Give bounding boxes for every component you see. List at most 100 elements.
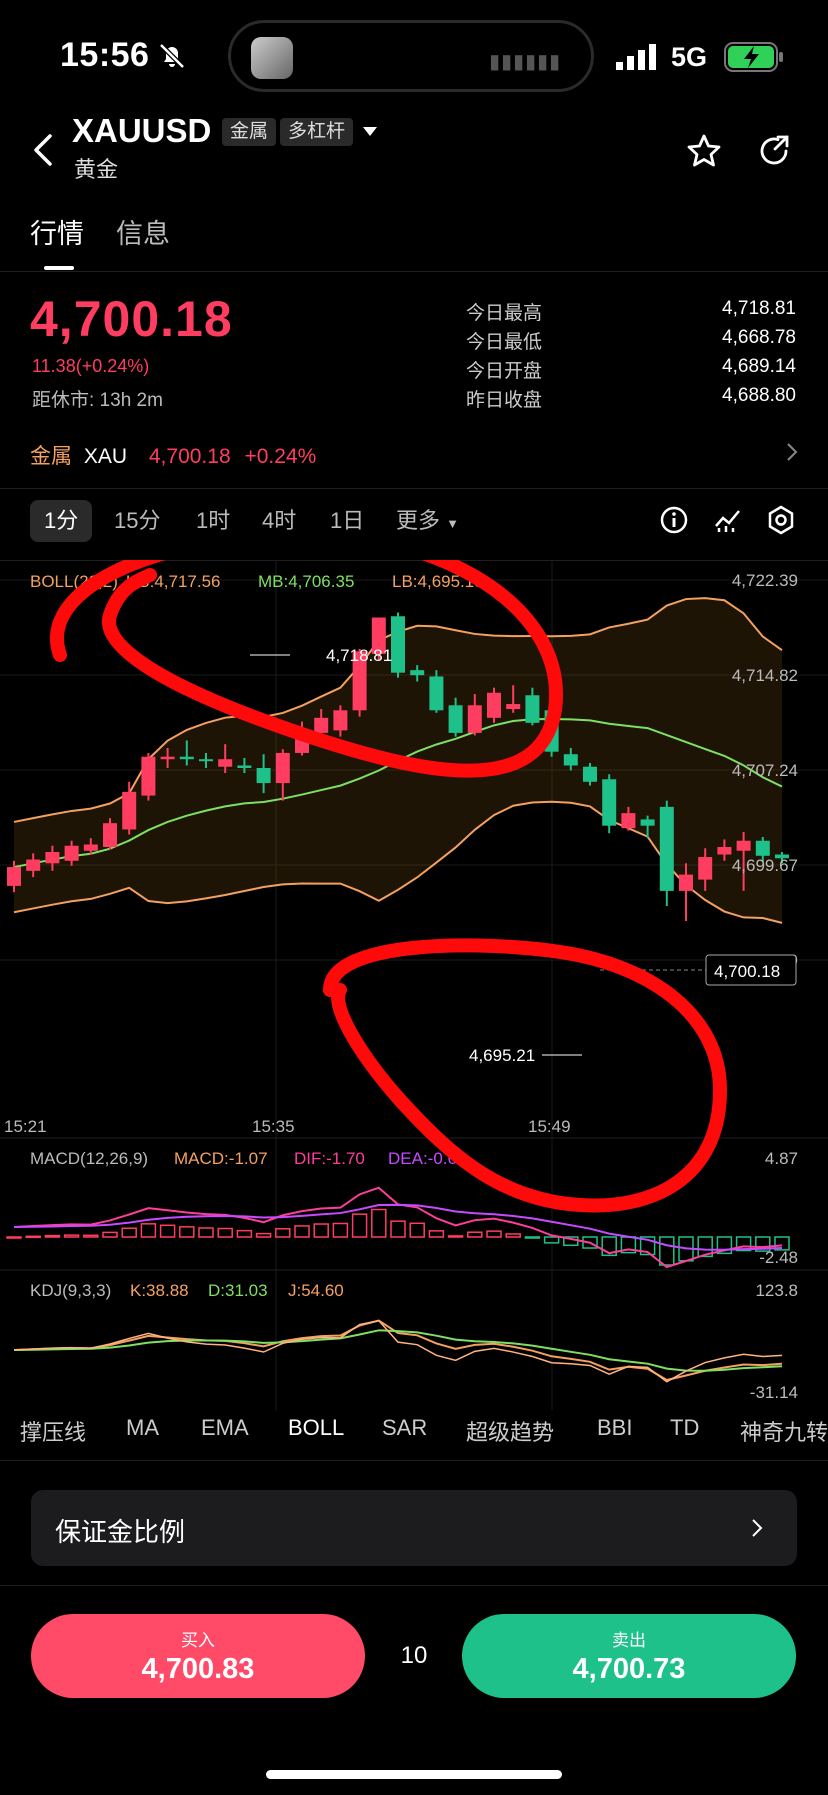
home-indicator[interactable] — [266, 1770, 562, 1779]
caret-down-icon: ▼ — [446, 516, 460, 531]
low-annotation: 4,695.21 — [469, 1046, 535, 1065]
macd-bar — [140, 1223, 157, 1238]
divider — [0, 1585, 828, 1586]
macd-bar — [25, 1235, 41, 1239]
candle-body — [736, 840, 751, 851]
macd-bar — [294, 1225, 310, 1238]
indicator-icon[interactable] — [714, 506, 742, 539]
y-tick-label: 4,714.82 — [732, 666, 798, 685]
tab-info[interactable]: 信息 — [116, 212, 170, 251]
indicator-tab-sar[interactable]: SAR — [382, 1415, 427, 1441]
indicator-tab-supertrend[interactable]: 超级趋势 — [466, 1415, 554, 1447]
macd-bar — [351, 1213, 368, 1238]
kdj-j-label: J:54.60 — [288, 1281, 344, 1300]
macd-bar — [409, 1222, 425, 1238]
buy-label: 买入 — [181, 1631, 215, 1650]
candle-body — [218, 759, 233, 767]
candle-body — [583, 766, 597, 782]
indicator-tab-ma[interactable]: MA — [126, 1415, 159, 1441]
price-change: 11.38(+0.24%) — [32, 356, 150, 376]
period-1h[interactable]: 1时 — [196, 500, 230, 542]
tab-market[interactable]: 行情 — [30, 212, 84, 251]
kdj-lines — [13, 1319, 783, 1383]
status-bar: 15:56 ▮▮▮▮▮▮ 5G — [0, 0, 828, 110]
macd-bar — [659, 1236, 675, 1266]
candle-body — [7, 867, 21, 886]
sell-button[interactable]: 卖出 4,700.73 — [462, 1614, 796, 1698]
period-1d[interactable]: 1日 — [330, 500, 364, 542]
indicator-tab-ema[interactable]: EMA — [201, 1415, 249, 1441]
macd-bar — [159, 1224, 176, 1238]
candle-body — [448, 705, 463, 733]
macd-bar — [6, 1236, 22, 1239]
period-15m[interactable]: 15分 — [114, 500, 160, 542]
network-label: 5G — [671, 42, 708, 72]
y-tick-label: 4,707.24 — [732, 761, 798, 780]
macd-bar — [332, 1222, 349, 1238]
macd-bar — [83, 1234, 99, 1238]
period-1m[interactable]: 1分 — [30, 500, 93, 542]
boll-mb-label: MB:4,706.35 — [258, 572, 354, 591]
metal-change: +0.24% — [244, 445, 317, 468]
indicator-tab-td[interactable]: TD — [670, 1415, 699, 1441]
settings-icon[interactable] — [766, 505, 796, 540]
macd-value-label: MACD:-1.07 — [174, 1149, 268, 1168]
candle-body — [314, 717, 329, 733]
related-metal-row[interactable]: 金属 XAU 4,700.18 +0.24% — [30, 440, 798, 470]
symbol-name: 黄金 — [74, 157, 119, 182]
waveform-icon: ▮▮▮▮▮▮ — [488, 51, 561, 73]
bell-slash-icon — [156, 40, 188, 72]
period-selector: 1分 15分 1时 4时 1日 更多 ▼ — [0, 500, 828, 548]
margin-ratio-label: 保证金比例 — [55, 1517, 186, 1547]
metal-code: XAU — [83, 445, 128, 468]
buy-button[interactable]: 买入 4,700.83 — [31, 1614, 365, 1698]
price-chart[interactable]: BOLL(20,2) UB:4,717.56 MB:4,706.35 LB:4,… — [0, 560, 828, 1410]
battery-icon — [724, 40, 786, 79]
stat-value-low: 4,668.78 — [722, 327, 796, 348]
candle-body — [199, 759, 213, 762]
candle-body — [103, 823, 117, 848]
last-price: 4,700.18 — [30, 291, 233, 347]
candle-body — [122, 791, 137, 830]
candle-body — [487, 692, 501, 718]
candle-body — [141, 756, 156, 796]
info-icon[interactable] — [660, 506, 688, 539]
indicator-tab-bbi[interactable]: BBI — [597, 1415, 632, 1441]
macd-ytop: 4.87 — [765, 1149, 798, 1168]
macd-bar — [428, 1230, 445, 1238]
macd-bar — [198, 1227, 214, 1238]
margin-ratio-row[interactable]: 保证金比例 — [31, 1490, 797, 1566]
candle-body — [525, 695, 540, 723]
sell-label: 卖出 — [612, 1631, 646, 1650]
stat-label-high: 今日最高 — [466, 303, 543, 324]
period-4h[interactable]: 4时 — [262, 500, 296, 542]
period-more[interactable]: 更多 ▼ — [396, 500, 459, 542]
candle-body — [179, 756, 194, 760]
kdj-ytop: 123.8 — [755, 1281, 798, 1300]
macd-bar — [102, 1231, 118, 1238]
stat-label-prev-close: 昨日收盘 — [466, 390, 543, 411]
metal-price: 4,700.18 — [148, 445, 231, 468]
caret-down-icon[interactable] — [362, 124, 378, 142]
stat-value-high: 4,718.81 — [722, 298, 796, 319]
candle-body — [563, 754, 578, 766]
indicator-tab-boll[interactable]: BOLL — [288, 1415, 344, 1441]
macd-histogram — [6, 1186, 790, 1269]
dynamic-island: ▮▮▮▮▮▮ — [228, 20, 594, 92]
back-icon[interactable] — [30, 132, 58, 168]
indicator-tab-magic-nine[interactable]: 神奇九转 — [740, 1415, 828, 1447]
indicator-tab-support[interactable]: 撑压线 — [20, 1415, 86, 1447]
x-tick-label: 15:35 — [252, 1117, 295, 1136]
album-art-thumbnail — [251, 37, 293, 79]
macd-bar — [390, 1220, 406, 1238]
star-icon[interactable] — [686, 133, 722, 174]
candle-body — [26, 859, 41, 871]
candle-body — [640, 819, 655, 826]
candle-body — [755, 840, 770, 856]
candle-body — [717, 847, 732, 855]
divider — [0, 271, 828, 272]
kdj-j-line — [13, 1319, 783, 1383]
share-icon[interactable] — [756, 133, 792, 174]
candle-body — [237, 765, 252, 768]
candle-body — [64, 845, 79, 861]
